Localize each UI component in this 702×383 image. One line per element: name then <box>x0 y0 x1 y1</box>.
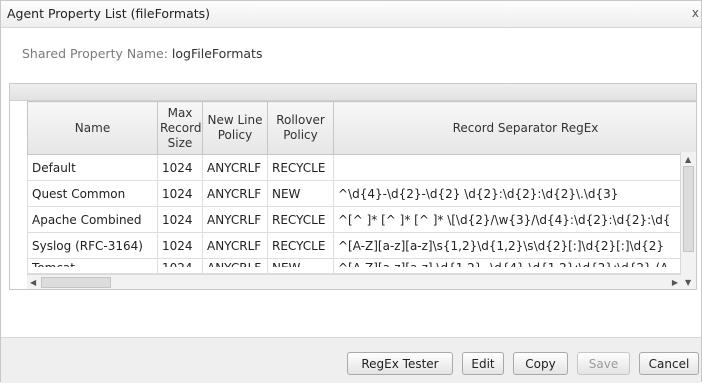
agent-property-list-dialog: Agent Property List (fileFormats) x Shar… <box>0 0 702 383</box>
cell-rollover-text: NEW <box>272 260 329 267</box>
table-row[interactable]: Apache Combined 1024 ANYCRLF RECYCLE ^[^… <box>27 206 696 233</box>
cell-rollover-policy: RECYCLE <box>267 206 334 233</box>
cell-new-line-policy: ANYCRLF <box>202 258 268 274</box>
cell-rollover-policy: RECYCLE <box>267 154 334 181</box>
close-icon[interactable]: x <box>692 6 699 20</box>
title-bar[interactable]: Agent Property List (fileFormats) x <box>1 1 701 28</box>
cell-max-record-size: 1024 <box>157 206 203 233</box>
file-formats-table: Name Max Record Size New Line Policy Rol… <box>27 101 696 274</box>
cell-name: Apache Combined <box>27 206 158 233</box>
cell-name-text: Tomcat <box>32 260 153 267</box>
cell-record-separator: ^[A-Z][a-z][a-z] \d{1,2}, \d{4} \d{1,2}:… <box>333 258 696 274</box>
shared-property-value: logFileFormats <box>171 46 263 61</box>
cell-max-record-size: 1024 <box>157 232 203 259</box>
table-row[interactable]: Syslog (RFC-3164) 1024 ANYCRLF RECYCLE ^… <box>27 232 696 259</box>
cell-name: Quest Common <box>27 180 158 207</box>
table-row[interactable]: Tomcat 1024 ANYCRLF NEW ^[A-Z][a-z][a-z]… <box>27 258 696 274</box>
cell-max-record-size: 1024 <box>157 258 203 274</box>
property-grid: Name Max Record Size New Line Policy Rol… <box>9 83 697 290</box>
cell-nl-text: ANYCRLF <box>207 260 263 267</box>
cell-name: Tomcat <box>27 258 158 274</box>
scroll-up-icon[interactable]: ▲ <box>685 155 691 164</box>
col-header-record-separator[interactable]: Record Separator RegEx <box>333 101 696 155</box>
horizontal-scrollbar[interactable]: ◀ ▶ <box>27 274 681 289</box>
edit-button[interactable]: Edit <box>462 352 504 375</box>
shared-property-row: Shared Property Name: logFileFormats <box>22 46 262 61</box>
cell-new-line-policy: ANYCRLF <box>202 206 268 233</box>
cancel-button[interactable]: Cancel <box>639 352 699 375</box>
cell-new-line-policy: ANYCRLF <box>202 232 268 259</box>
cell-max-text: 1024 <box>162 260 198 267</box>
grid-toolbar <box>10 84 696 101</box>
table-header-row: Name Max Record Size New Line Policy Rol… <box>27 101 696 155</box>
col-header-max-record-size[interactable]: Max Record Size <box>157 101 203 155</box>
cell-record-separator: ^[^ ]* [^ ]* [^ ]* \[\d{2}/\w{3}/\d{4}:\… <box>333 206 696 233</box>
cell-new-line-policy: ANYCRLF <box>202 154 268 181</box>
scroll-right-icon[interactable]: ▶ <box>672 278 678 287</box>
cell-new-line-policy: ANYCRLF <box>202 180 268 207</box>
cell-record-separator: ^[A-Z][a-z][a-z]\s{1,2}\d{1,2}\s\d{2}[:]… <box>333 232 696 259</box>
cell-record-separator <box>333 154 696 181</box>
col-header-name[interactable]: Name <box>27 101 158 155</box>
copy-button[interactable]: Copy <box>513 352 568 375</box>
scroll-left-icon[interactable]: ◀ <box>30 278 36 287</box>
cell-record-separator: ^\d{4}-\d{2}-\d{2} \d{2}:\d{2}:\d{2}\.\d… <box>333 180 696 207</box>
cell-rollover-policy: NEW <box>267 258 334 274</box>
table-row[interactable]: Default 1024 ANYCRLF RECYCLE <box>27 154 696 181</box>
cell-name: Syslog (RFC-3164) <box>27 232 158 259</box>
cell-name: Default <box>27 154 158 181</box>
table-row[interactable]: Quest Common 1024 ANYCRLF NEW ^\d{4}-\d{… <box>27 180 696 207</box>
save-button[interactable]: Save <box>577 352 630 375</box>
dialog-footer: RegEx Tester Edit Copy Save Cancel <box>1 337 701 383</box>
col-header-new-line-policy[interactable]: New Line Policy <box>202 101 268 155</box>
vertical-scrollbar[interactable]: ▲ ▼ <box>680 152 696 289</box>
window-title: Agent Property List (fileFormats) <box>7 6 211 21</box>
regex-tester-button[interactable]: RegEx Tester <box>347 352 453 375</box>
scroll-down-icon[interactable]: ▼ <box>685 278 691 287</box>
horizontal-scroll-thumb[interactable] <box>41 277 111 288</box>
cell-rollover-policy: RECYCLE <box>267 232 334 259</box>
cell-rollover-policy: NEW <box>267 180 334 207</box>
col-header-rollover-policy[interactable]: Rollover Policy <box>267 101 334 155</box>
cell-max-record-size: 1024 <box>157 154 203 181</box>
vertical-scroll-thumb[interactable] <box>683 166 694 252</box>
cell-regex-text: ^[A-Z][a-z][a-z] \d{1,2}, \d{4} \d{1,2}:… <box>338 260 696 267</box>
cell-max-record-size: 1024 <box>157 180 203 207</box>
shared-property-label: Shared Property Name: <box>22 46 168 61</box>
